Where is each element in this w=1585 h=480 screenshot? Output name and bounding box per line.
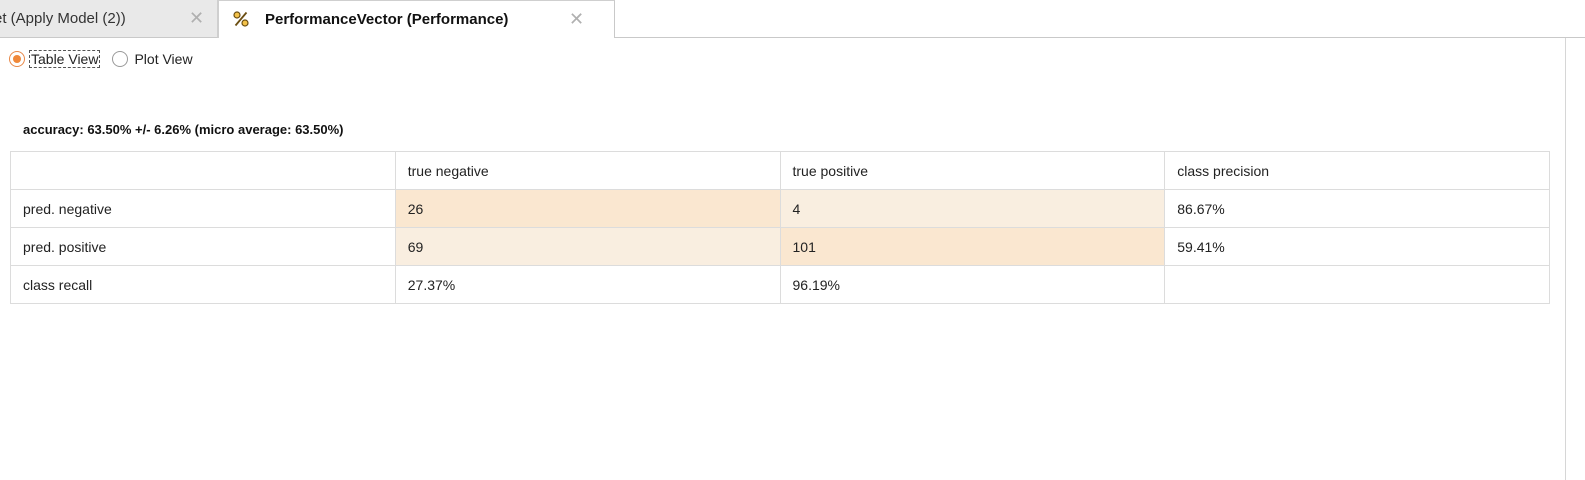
- close-icon[interactable]: ✕: [569, 9, 584, 30]
- tab-bar: et (Apply Model (2)) ✕ PerformanceVector…: [0, 0, 1585, 38]
- plot-view-option[interactable]: Plot View: [112, 50, 194, 68]
- matrix-cell: 101: [779, 227, 1166, 266]
- row-label: class recall: [10, 265, 396, 304]
- matrix-cell: 69: [394, 227, 781, 266]
- header-cell: true positive: [779, 151, 1166, 190]
- table-row: pred. negative 26 4 86.67%: [10, 189, 1550, 228]
- tab-label: et (Apply Model (2)): [0, 10, 126, 27]
- table-row: pred. positive 69 101 59.41%: [10, 227, 1550, 266]
- header-cell: class precision: [1164, 151, 1550, 190]
- table-view-label[interactable]: Table View: [29, 50, 101, 68]
- tab-label: PerformanceVector (Performance): [265, 11, 509, 28]
- recall-cell: 27.37%: [394, 265, 781, 304]
- table-view-radio[interactable]: [9, 51, 25, 67]
- close-icon[interactable]: ✕: [189, 8, 204, 29]
- header-cell: [10, 151, 396, 190]
- view-toggle: Table View Plot View: [9, 48, 207, 70]
- tab-performance-vector[interactable]: PerformanceVector (Performance) ✕: [218, 0, 615, 38]
- plot-view-label[interactable]: Plot View: [132, 50, 194, 68]
- table-view-option[interactable]: Table View: [9, 50, 101, 68]
- empty-cell: [1164, 265, 1550, 304]
- row-label: pred. positive: [10, 227, 396, 266]
- row-label: pred. negative: [10, 189, 396, 228]
- plot-view-radio[interactable]: [112, 51, 129, 67]
- tab-apply-model[interactable]: et (Apply Model (2)) ✕: [0, 0, 218, 38]
- table-row: class recall 27.37% 96.19%: [10, 265, 1550, 304]
- recall-cell: 96.19%: [779, 265, 1166, 304]
- header-cell: true negative: [394, 151, 781, 190]
- tab-bar-divider: [615, 37, 1585, 38]
- precision-cell: 59.41%: [1164, 227, 1550, 266]
- panel-border: [1565, 38, 1566, 480]
- table-header-row: true negative true positive class precis…: [10, 151, 1550, 190]
- matrix-cell: 4: [779, 189, 1166, 228]
- confusion-matrix: true negative true positive class precis…: [10, 151, 1550, 304]
- percent-icon: [233, 11, 249, 27]
- accuracy-summary: accuracy: 63.50% +/- 6.26% (micro averag…: [23, 122, 344, 137]
- precision-cell: 86.67%: [1164, 189, 1550, 228]
- matrix-cell: 26: [394, 189, 781, 228]
